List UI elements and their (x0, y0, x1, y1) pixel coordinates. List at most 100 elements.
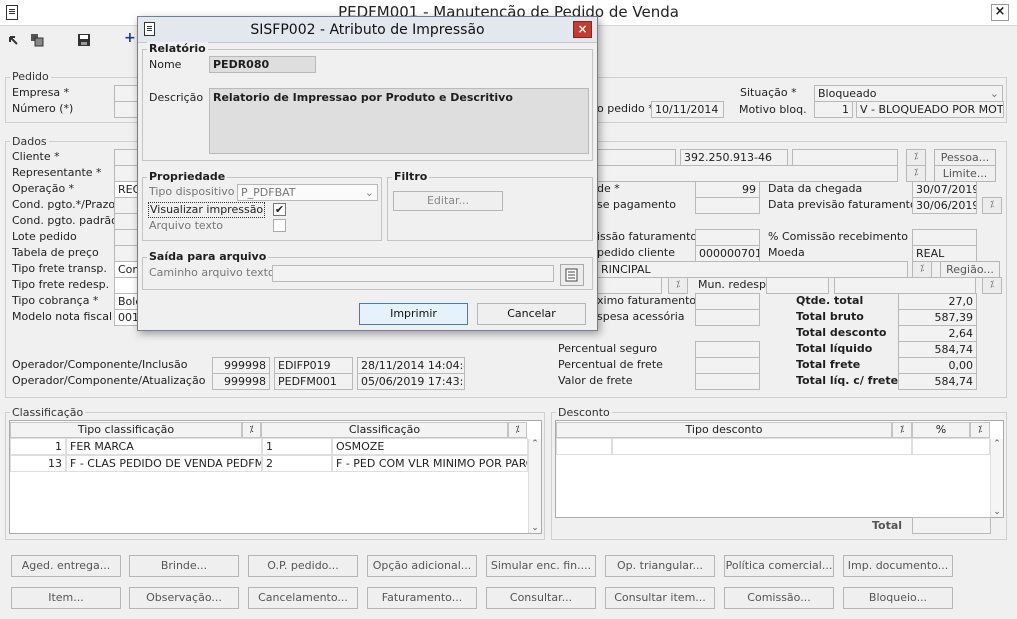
tipo-frete-field[interactable]: Con (114, 261, 138, 278)
comissao-rec-field[interactable] (912, 229, 977, 246)
comissao-fat-field[interactable] (695, 229, 760, 246)
perc-seguro-field[interactable] (695, 341, 760, 358)
classificacao-grid[interactable]: Tipo classificação ⁒ Classificação ⁒ 1 F… (9, 420, 542, 534)
lote-field[interactable] (114, 229, 138, 246)
bloqueio-button[interactable]: Bloqueio... (843, 587, 953, 609)
cancelamento-button[interactable]: Cancelamento... (248, 587, 358, 609)
visualizar-impressao-label[interactable]: Visualizar impressão (148, 202, 266, 218)
cliente-doc-field[interactable]: 392.250.913-46 (680, 149, 788, 166)
brinde-button[interactable]: Brinde... (129, 555, 239, 577)
principal-lookup-button[interactable]: ⁒ (912, 261, 932, 278)
operacao-field[interactable]: REQ (114, 181, 138, 198)
col-tipo-filter-icon[interactable]: ⁒ (242, 422, 261, 438)
representante-name-field[interactable] (597, 165, 898, 182)
editar-button[interactable]: Editar... (393, 191, 503, 211)
faturamento-button[interactable]: Faturamento... (367, 587, 477, 609)
copy-windows-icon[interactable] (30, 33, 44, 47)
situacao-select[interactable]: Bloqueado ⌄ (814, 85, 1003, 102)
file-browse-icon[interactable] (560, 264, 584, 286)
mun-redesp-name-field[interactable] (834, 277, 976, 294)
scroll-up-icon[interactable]: ⌃ (991, 439, 1003, 449)
cliente-name-field[interactable] (597, 149, 676, 166)
mun-redesp-field[interactable] (766, 277, 829, 294)
consultar-button[interactable]: Consultar... (486, 587, 596, 609)
perc-frete-field[interactable] (695, 357, 760, 374)
data-chegada-field[interactable]: 30/07/2019 (912, 181, 977, 198)
empresa-field[interactable] (114, 85, 138, 102)
regiao-button[interactable]: Região... (940, 261, 1000, 278)
main-close-button[interactable]: × (991, 4, 1009, 21)
table-row-cell[interactable]: 2 (262, 455, 332, 472)
caminho-arquivo-field[interactable] (272, 265, 554, 282)
table-row-cell[interactable]: F - CLAS PEDIDO DE VENDA PEDFM113 (66, 455, 262, 472)
table-row-cell[interactable]: 1 (10, 438, 66, 455)
col-class-filter-icon[interactable]: ⁒ (508, 422, 527, 438)
op-triangular-button[interactable]: Op. triangular... (605, 555, 715, 577)
cliente-lookup-button[interactable]: ⁒ (906, 149, 926, 166)
cond-prazo-field[interactable] (114, 197, 138, 214)
scroll-up-icon[interactable]: ⌃ (529, 439, 541, 449)
politica-comercial-button[interactable]: Política comercial... (724, 555, 834, 577)
motivo-code-field[interactable]: 1 (814, 101, 853, 118)
table-row-cell[interactable]: FER MARCA (66, 438, 262, 455)
tipo-cobranca-field[interactable]: Bole (114, 293, 138, 310)
add-plus-icon[interactable]: + (124, 30, 136, 46)
pedido-cliente-field[interactable]: 0000007010 (695, 245, 760, 262)
dialog-close-button[interactable]: × (573, 21, 592, 38)
col-tipo-desconto[interactable]: Tipo desconto (556, 422, 892, 438)
arquivo-texto-checkbox[interactable] (273, 219, 286, 232)
cond-padrao-field[interactable] (114, 213, 138, 230)
redesp-field[interactable] (597, 277, 662, 294)
data-prev-lookup-button[interactable]: ⁒ (982, 197, 1002, 214)
cliente-field[interactable] (114, 149, 138, 166)
representante-field[interactable] (114, 165, 138, 182)
arrow-back-icon[interactable] (8, 34, 20, 46)
tipo-frete-redesp-field[interactable] (114, 277, 138, 294)
valor-frete-field[interactable] (695, 373, 760, 390)
col-pct-filter-icon[interactable]: ⁒ (970, 422, 990, 438)
table-row-cell[interactable] (556, 438, 612, 455)
item-button[interactable]: Item... (11, 587, 121, 609)
scroll-down-icon[interactable]: ⌄ (529, 523, 541, 533)
visualizar-impressao-checkbox[interactable]: ✔ (273, 203, 286, 216)
consultar-item-button[interactable]: Consultar item... (605, 587, 715, 609)
tipo-dispositivo-select[interactable]: P_PDFBAT ⌄ (237, 184, 378, 201)
desconto-scrollbar[interactable]: ⌃ ⌄ (990, 439, 1003, 517)
classificacao-scrollbar[interactable]: ⌃ ⌄ (528, 439, 541, 533)
opcao-adicional-button[interactable]: Opção adicional... (367, 555, 477, 577)
cliente-extra-field[interactable] (792, 149, 898, 166)
table-row-cell[interactable] (612, 438, 912, 455)
motivo-desc-field[interactable]: V - BLOQUEADO POR MOTIV (856, 101, 1004, 118)
observacao-button[interactable]: Observação... (129, 587, 239, 609)
save-disk-icon[interactable] (77, 33, 91, 47)
aged-entrega-button[interactable]: Aged. entrega... (11, 555, 121, 577)
mun-redesp-lookup-button[interactable]: ⁒ (982, 277, 1002, 294)
representante-lookup-button[interactable]: ⁒ (906, 165, 926, 182)
col-tipo-desconto-filter-icon[interactable]: ⁒ (892, 422, 912, 438)
moeda-field[interactable]: REAL (912, 245, 977, 262)
col-classificacao[interactable]: Classificação (261, 422, 508, 438)
modelo-nf-field[interactable]: 001 (114, 309, 138, 326)
table-row-cell[interactable]: F - PED COM VLR MINIMO POR PARCELA (332, 455, 528, 472)
redesp-lookup-button[interactable]: ⁒ (668, 277, 688, 294)
table-row-cell[interactable]: 1 (262, 438, 332, 455)
op-pedido-button[interactable]: O.P. pedido... (248, 555, 358, 577)
max-fat-field[interactable] (695, 293, 760, 310)
table-row-cell[interactable] (912, 438, 990, 455)
data-prev-field[interactable]: 30/06/2019 (912, 197, 977, 214)
de-field[interactable]: 99 (695, 181, 760, 198)
tabela-field[interactable] (114, 245, 138, 262)
scroll-down-icon[interactable]: ⌄ (991, 507, 1003, 517)
table-row-cell[interactable]: OSMOZE (332, 438, 528, 455)
data-pedido-field[interactable]: 10/11/2014 (651, 101, 724, 118)
table-row-cell[interactable]: 13 (10, 455, 66, 472)
base-pagto-field[interactable] (695, 197, 760, 214)
col-tipo-classificacao[interactable]: Tipo classificação (10, 422, 242, 438)
desconto-grid[interactable]: Tipo desconto ⁒ % ⁒ ⌃ ⌄ (555, 420, 1004, 518)
despesa-field[interactable] (695, 309, 760, 326)
col-pct[interactable]: % (912, 422, 970, 438)
pessoa-button[interactable]: Pessoa... (934, 149, 996, 166)
simular-enc-fin-button[interactable]: Simular enc. fin.... (486, 555, 596, 577)
principal-field[interactable]: RINCIPAL (597, 261, 908, 278)
limite-button[interactable]: Limite... (934, 165, 996, 182)
